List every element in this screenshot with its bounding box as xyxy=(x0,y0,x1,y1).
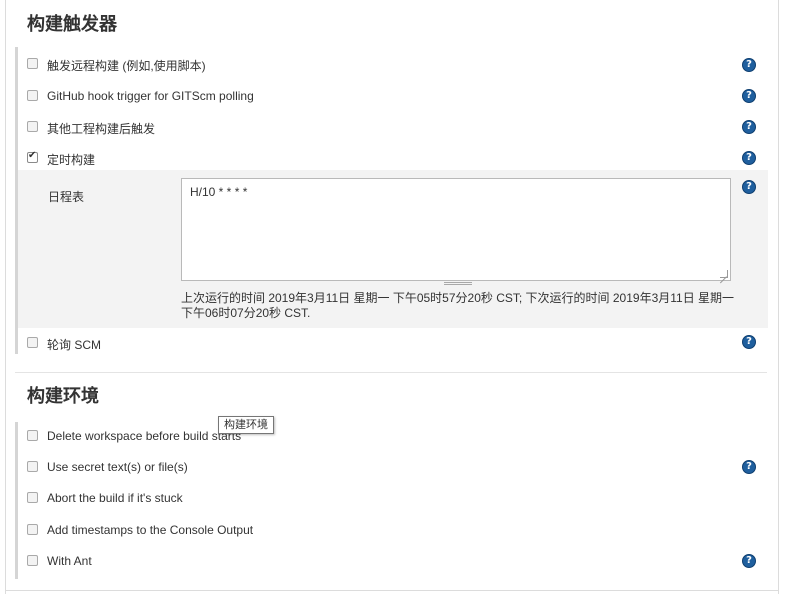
help-icon[interactable]: ? xyxy=(742,151,756,165)
schedule-textarea[interactable]: H/10 * * * * xyxy=(181,178,731,281)
content-frame-right-border xyxy=(778,0,779,594)
help-icon[interactable]: ? xyxy=(742,58,756,72)
schedule-textarea-value: H/10 * * * * xyxy=(190,185,248,199)
trigger-remote-build-label: 触发远程构建 (例如,使用脚本) xyxy=(47,59,206,73)
github-hook-trigger-checkbox[interactable] xyxy=(27,90,38,101)
delete-workspace-label: Delete workspace before build starts xyxy=(47,429,242,443)
schedule-field-label: 日程表 xyxy=(48,190,85,204)
tooltip: 构建环境 xyxy=(218,416,274,434)
section-bottom-border xyxy=(5,590,779,591)
abort-if-stuck-checkbox[interactable] xyxy=(27,492,38,503)
build-after-other-projects-label: 其他工程构建后触发 xyxy=(47,122,156,136)
add-timestamps-label: Add timestamps to the Console Output xyxy=(47,523,254,537)
github-hook-trigger-label: GitHub hook trigger for GITScm polling xyxy=(47,89,254,103)
delete-workspace-checkbox[interactable] xyxy=(27,430,38,441)
textarea-drag-handle[interactable] xyxy=(444,282,472,285)
help-icon[interactable]: ? xyxy=(742,89,756,103)
section-divider xyxy=(15,372,767,373)
poll-scm-label: 轮询 SCM xyxy=(47,338,102,352)
section-title-build-environment: 构建环境 xyxy=(27,386,99,407)
poll-scm-checkbox[interactable] xyxy=(27,337,38,348)
abort-if-stuck-label: Abort the build if it's stuck xyxy=(47,491,183,505)
help-icon[interactable]: ? xyxy=(742,180,756,194)
textarea-resize-grip-icon[interactable] xyxy=(720,270,728,278)
with-ant-label: With Ant xyxy=(47,554,92,568)
section-title-build-triggers: 构建触发器 xyxy=(27,14,117,35)
section-indent-bar-environment xyxy=(15,422,18,579)
content-frame-left-border xyxy=(5,0,6,594)
use-secret-checkbox[interactable] xyxy=(27,461,38,472)
help-icon[interactable]: ? xyxy=(742,335,756,349)
help-icon[interactable]: ? xyxy=(742,460,756,474)
help-icon[interactable]: ? xyxy=(742,554,756,568)
build-periodically-checkbox[interactable] xyxy=(27,150,38,163)
schedule-run-info: 上次运行的时间 2019年3月11日 星期一 下午05时57分20秒 CST; … xyxy=(181,291,735,320)
trigger-remote-build-checkbox[interactable] xyxy=(27,58,38,69)
add-timestamps-checkbox[interactable] xyxy=(27,524,38,535)
use-secret-label: Use secret text(s) or file(s) xyxy=(47,460,188,474)
help-icon[interactable]: ? xyxy=(742,120,756,134)
build-periodically-label: 定时构建 xyxy=(47,153,96,167)
with-ant-checkbox[interactable] xyxy=(27,555,38,566)
build-after-other-projects-checkbox[interactable] xyxy=(27,121,38,132)
